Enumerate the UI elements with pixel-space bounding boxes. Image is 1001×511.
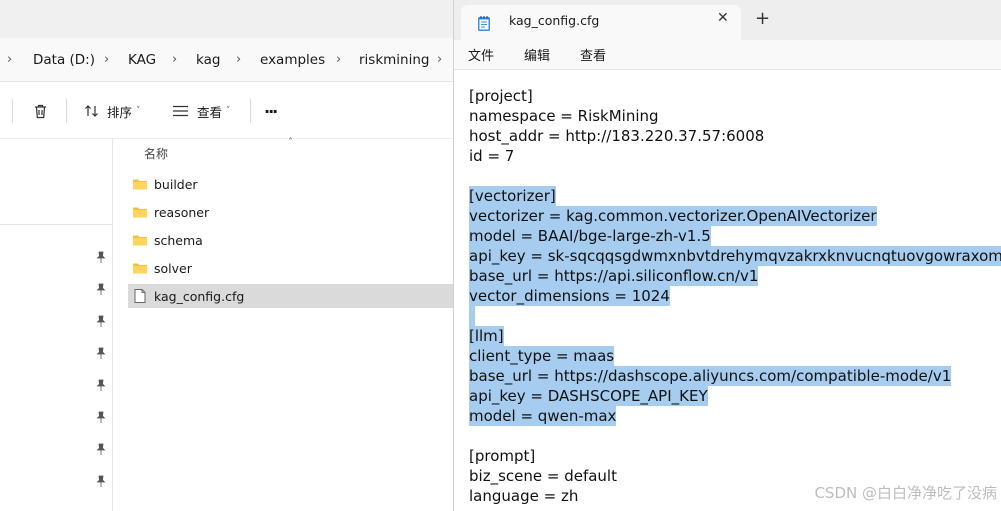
pin-icon[interactable] bbox=[94, 410, 108, 424]
view-button-label: 查看 bbox=[197, 104, 223, 120]
breadcrumb: › Data (D:) › KAG › kag › examples › ris… bbox=[0, 38, 453, 82]
tab-title: kag_config.cfg bbox=[509, 13, 600, 28]
editor-line-selected bbox=[469, 306, 1001, 326]
notepad-tabbar: kag_config.cfg ✕ + bbox=[454, 0, 1001, 40]
breadcrumb-separator-icon: › bbox=[104, 52, 110, 67]
close-icon[interactable]: ✕ bbox=[717, 10, 729, 26]
editor-line-selected: vector_dimensions = 1024 bbox=[469, 286, 670, 306]
breadcrumb-separator-icon: › bbox=[172, 52, 178, 67]
pin-icon[interactable] bbox=[94, 314, 108, 328]
breadcrumb-separator-icon: › bbox=[336, 52, 342, 67]
sort-button[interactable]: 排序 ˅ bbox=[84, 83, 141, 139]
pin-icon[interactable] bbox=[94, 442, 108, 456]
trash-icon bbox=[35, 104, 46, 118]
breadcrumb-item-kag[interactable]: kag bbox=[196, 38, 220, 82]
editor-line: namespace = RiskMining bbox=[469, 107, 659, 125]
breadcrumb-item-drive[interactable]: Data (D:) bbox=[33, 38, 95, 82]
pin-icon[interactable] bbox=[94, 474, 108, 488]
delete-button[interactable] bbox=[32, 83, 49, 139]
sort-ascending-icon: ˄ bbox=[288, 137, 293, 148]
editor-line-selected: model = qwen-max bbox=[469, 406, 617, 426]
file-row-kag-config[interactable]: kag_config.cfg bbox=[128, 284, 453, 308]
notepad-icon bbox=[478, 16, 490, 31]
pin-icon[interactable] bbox=[94, 378, 108, 392]
folder-icon bbox=[133, 179, 147, 190]
file-name: solver bbox=[154, 260, 192, 276]
file-name: builder bbox=[154, 176, 198, 192]
file-name: kag_config.cfg bbox=[154, 288, 245, 304]
editor-line: [prompt] bbox=[469, 447, 536, 465]
toolbar-divider bbox=[250, 99, 251, 123]
watermark: CSDN @白白净净吃了没病 bbox=[814, 484, 997, 502]
editor-line-selected: api_key = DASHSCOPE_API_KEY bbox=[469, 386, 708, 406]
file-row-builder[interactable]: builder bbox=[128, 172, 453, 196]
breadcrumb-separator-icon: › bbox=[236, 52, 242, 67]
file-name: schema bbox=[154, 232, 203, 248]
notepad-menubar: 文件 编辑 查看 bbox=[454, 40, 1001, 70]
breadcrumb-item-riskmining[interactable]: riskmining bbox=[359, 38, 430, 82]
sort-button-label: 排序 bbox=[107, 104, 133, 120]
menu-view[interactable]: 查看 bbox=[580, 45, 606, 64]
pin-icon[interactable] bbox=[94, 250, 108, 264]
more-icon: ··· bbox=[264, 101, 278, 121]
editor-lines: [project] namespace = RiskMining host_ad… bbox=[469, 86, 1001, 506]
editor-line: host_addr = http://183.220.37.57:6008 bbox=[469, 127, 765, 145]
file-explorer-window: › Data (D:) › KAG › kag › examples › ris… bbox=[0, 0, 453, 511]
editor-line-selected: base_url = https://api.siliconflow.cn/v1 bbox=[469, 266, 759, 286]
toolbar-divider bbox=[12, 99, 13, 123]
editor-line: [project] bbox=[469, 87, 533, 105]
chevron-down-icon: ˅ bbox=[136, 106, 141, 116]
explorer-toolbar: 排序 ˅ 查看 ˅ ··· bbox=[0, 83, 453, 139]
tab-kag-config[interactable]: kag_config.cfg ✕ bbox=[461, 5, 741, 40]
sort-icon bbox=[85, 105, 98, 117]
more-options-button[interactable]: ··· bbox=[264, 83, 278, 139]
file-row-reasoner[interactable]: reasoner bbox=[128, 200, 453, 224]
view-list-icon bbox=[173, 105, 188, 117]
editor-line-selected: client_type = maas bbox=[469, 346, 615, 366]
nav-divider bbox=[0, 224, 113, 225]
editor-line-selected: [vectorizer] bbox=[469, 186, 556, 206]
menu-edit[interactable]: 编辑 bbox=[524, 45, 550, 64]
editor-line-selected: model = BAAI/bge-large-zh-v1.5 bbox=[469, 226, 711, 246]
file-row-solver[interactable]: solver bbox=[128, 256, 453, 280]
folder-icon bbox=[133, 263, 147, 274]
breadcrumb-item-examples[interactable]: examples bbox=[260, 38, 325, 82]
editor-line-selected: [llm] bbox=[469, 326, 504, 346]
folder-icon bbox=[133, 235, 147, 246]
file-icon bbox=[134, 289, 146, 303]
menu-file[interactable]: 文件 bbox=[468, 45, 494, 64]
toolbar-divider bbox=[66, 99, 67, 123]
breadcrumb-separator-icon: › bbox=[7, 52, 13, 67]
chevron-down-icon: ˅ bbox=[226, 106, 231, 116]
text-editor[interactable]: [project] namespace = RiskMining host_ad… bbox=[454, 70, 1001, 511]
editor-line-selected: base_url = https://dashscope.aliyuncs.co… bbox=[469, 366, 952, 386]
pin-icon[interactable] bbox=[94, 282, 108, 296]
breadcrumb-item-kag-root[interactable]: KAG bbox=[128, 38, 156, 82]
editor-line-selected: api_key = sk-sqcqqsgdwmxnbvtdrehymqvzakr… bbox=[469, 246, 1001, 266]
pin-icon[interactable] bbox=[94, 346, 108, 360]
editor-line: id = 7 bbox=[469, 147, 515, 165]
notepad-window: kag_config.cfg ✕ + 文件 编辑 查看 [project] na… bbox=[453, 0, 1001, 511]
new-tab-button[interactable]: + bbox=[755, 9, 770, 29]
editor-line-selected: vectorizer = kag.common.vectorizer.OpenA… bbox=[469, 206, 877, 226]
file-list-header: 名称 ˄ bbox=[128, 137, 453, 167]
file-row-schema[interactable]: schema bbox=[128, 228, 453, 252]
explorer-titlebar bbox=[0, 0, 453, 38]
folder-icon bbox=[133, 207, 147, 218]
view-button[interactable]: 查看 ˅ bbox=[172, 83, 231, 139]
file-name: reasoner bbox=[154, 204, 210, 220]
column-header-name[interactable]: 名称 bbox=[144, 145, 168, 162]
breadcrumb-separator-icon: › bbox=[437, 52, 443, 67]
